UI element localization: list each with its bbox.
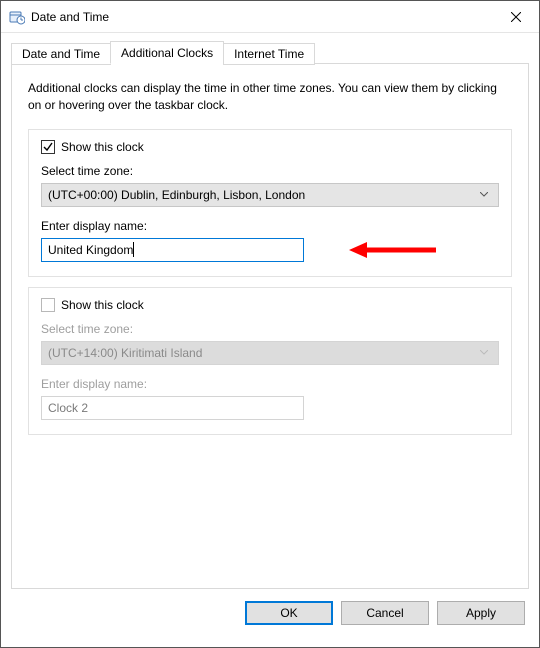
clock1-show-checkbox[interactable]	[41, 140, 55, 154]
clock1-show-label: Show this clock	[61, 140, 144, 154]
dialog-window: Date and Time Date and Time Additional C…	[0, 0, 540, 648]
client-area: Date and Time Additional Clocks Internet…	[1, 33, 539, 647]
dialog-button-bar: OK Cancel Apply	[11, 589, 529, 637]
apply-button[interactable]: Apply	[437, 601, 525, 625]
checkmark-icon	[43, 142, 53, 152]
tab-internet-time[interactable]: Internet Time	[223, 43, 315, 65]
date-time-icon	[9, 9, 25, 25]
cancel-button[interactable]: Cancel	[341, 601, 429, 625]
chevron-down-icon	[476, 350, 492, 356]
clock2-show-checkbox-row: Show this clock	[41, 298, 499, 312]
button-label: Cancel	[366, 606, 403, 620]
tab-date-and-time[interactable]: Date and Time	[11, 43, 111, 65]
close-button[interactable]	[493, 1, 539, 33]
clock1-displayname-value: United Kingdom	[48, 243, 133, 257]
window-title: Date and Time	[31, 10, 493, 24]
clock2-displayname-value: Clock 2	[48, 401, 88, 415]
clock2-displayname-label: Enter display name:	[41, 377, 499, 391]
clock2-timezone-label: Select time zone:	[41, 322, 499, 336]
tab-label: Date and Time	[22, 47, 100, 61]
clock1-timezone-value: (UTC+00:00) Dublin, Edinburgh, Lisbon, L…	[48, 188, 476, 202]
button-label: Apply	[466, 606, 496, 620]
clock2-group: Show this clock Select time zone: (UTC+1…	[28, 287, 512, 435]
titlebar: Date and Time	[1, 1, 539, 33]
clock1-timezone-dropdown[interactable]: (UTC+00:00) Dublin, Edinburgh, Lisbon, L…	[41, 183, 499, 207]
clock1-displayname-input[interactable]: United Kingdom	[41, 238, 304, 262]
text-caret	[133, 242, 134, 257]
clock1-group: Show this clock Select time zone: (UTC+0…	[28, 129, 512, 277]
ok-button[interactable]: OK	[245, 601, 333, 625]
tab-label: Internet Time	[234, 47, 304, 61]
close-icon	[511, 12, 521, 22]
tab-strip: Date and Time Additional Clocks Internet…	[11, 41, 529, 64]
tab-panel-additional-clocks: Additional clocks can display the time i…	[11, 63, 529, 589]
callout-arrow-icon	[341, 238, 441, 262]
chevron-down-icon	[476, 192, 492, 198]
clock2-displayname-input: Clock 2	[41, 396, 304, 420]
clock2-show-label: Show this clock	[61, 298, 144, 312]
clock1-show-checkbox-row: Show this clock	[41, 140, 499, 154]
tab-label: Additional Clocks	[121, 46, 213, 60]
clock2-timezone-value: (UTC+14:00) Kiritimati Island	[48, 346, 476, 360]
tab-additional-clocks[interactable]: Additional Clocks	[110, 41, 224, 64]
clock2-timezone-dropdown: (UTC+14:00) Kiritimati Island	[41, 341, 499, 365]
clock1-displayname-label: Enter display name:	[41, 219, 499, 233]
button-label: OK	[280, 606, 297, 620]
clock1-timezone-label: Select time zone:	[41, 164, 499, 178]
clock2-show-checkbox[interactable]	[41, 298, 55, 312]
description-text: Additional clocks can display the time i…	[28, 80, 512, 115]
